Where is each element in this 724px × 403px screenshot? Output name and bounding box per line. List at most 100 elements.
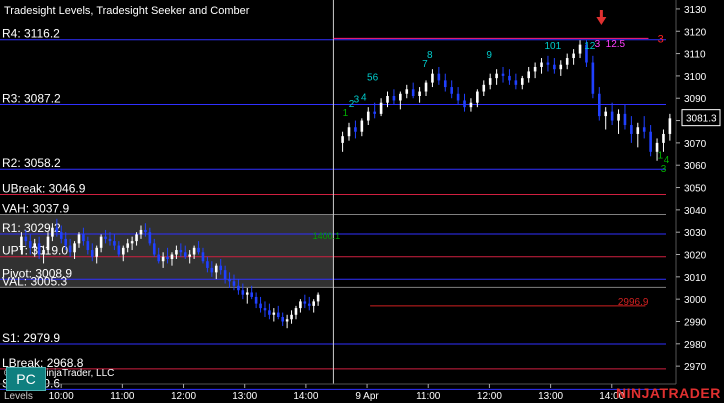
candle-body — [597, 93, 601, 117]
candle-body — [630, 125, 633, 134]
candle-body — [508, 75, 511, 81]
candle-body — [405, 89, 409, 94]
candle-body — [546, 62, 550, 65]
candle-body — [33, 243, 36, 248]
count-label: 101 — [544, 41, 561, 52]
candle-body — [241, 290, 245, 295]
candle-body — [347, 127, 351, 137]
marks-layer: 12 3 45678 9101 12 3 12.51 432996.931400.1 — [313, 10, 670, 308]
candle-body — [245, 292, 249, 295]
price-tick-label: 3010 — [684, 273, 707, 284]
count-label: 3 — [595, 39, 601, 50]
candle-body — [307, 303, 311, 306]
candle-body — [214, 265, 218, 273]
candle-body — [55, 227, 59, 233]
candle-body — [591, 62, 595, 94]
candle-body — [642, 127, 646, 132]
time-tick-label: 9 Apr — [355, 391, 379, 402]
current-price-label: 3081.3 — [686, 114, 717, 125]
candle-body — [437, 73, 441, 81]
level-label: VAH: 3037.9 — [2, 202, 69, 216]
signal-arrow-icon — [596, 10, 607, 25]
brand-logo: NINJATRADER — [616, 385, 721, 401]
panel-label[interactable]: Levels — [4, 391, 33, 402]
candle-body — [469, 102, 473, 108]
candle-body — [386, 96, 389, 103]
price-tick-label: 3100 — [684, 72, 707, 83]
candle-body — [520, 78, 524, 85]
candle-body — [476, 91, 479, 103]
candle-body — [341, 136, 344, 143]
candle-body — [379, 102, 383, 114]
candle-body — [51, 227, 54, 237]
price-tick-label: 3020 — [684, 251, 707, 262]
candle-body — [250, 292, 253, 297]
time-axis[interactable]: 10:00 11:00 12:00 13:00 14:00 9 Apr 11:00 12:00… — [0, 383, 676, 402]
candle-body — [144, 229, 147, 233]
candle-body — [299, 301, 302, 309]
candle-body — [121, 247, 125, 255]
candle-body — [104, 236, 107, 239]
candle-body — [37, 243, 41, 255]
time-tick-label: 11:00 — [110, 391, 135, 402]
candle-body — [604, 111, 608, 117]
pc-button[interactable]: PC — [6, 367, 46, 391]
level-label: S1: 2979.9 — [2, 331, 60, 345]
candle-body — [237, 285, 240, 291]
chart-title: Tradesight Levels, Tradesight Seeker and… — [4, 5, 250, 17]
candle-body — [294, 308, 298, 315]
candle-body — [90, 250, 94, 257]
candle-body — [28, 241, 32, 248]
candle-body — [443, 80, 447, 88]
time-tick-label: 13:00 — [538, 391, 563, 402]
price-tick-label: 2970 — [684, 362, 707, 373]
price-tick-label: 3000 — [684, 295, 707, 306]
candle-body — [617, 113, 620, 121]
candle-body — [559, 64, 563, 70]
time-tick-label: 12:00 — [171, 391, 196, 402]
candle-body — [42, 250, 45, 255]
seeker-label: 2996.9 — [618, 297, 649, 308]
candle-body — [316, 294, 320, 302]
candle-body — [360, 120, 364, 132]
price-tick-label: 3120 — [684, 27, 707, 38]
candle-body — [183, 252, 187, 257]
candle-body — [636, 127, 640, 134]
candle-body — [197, 247, 200, 253]
candle-body — [276, 312, 280, 318]
candle-body — [431, 73, 434, 83]
candle-body — [290, 314, 293, 320]
candle-body — [553, 64, 556, 70]
candle-body — [20, 236, 23, 251]
candle-body — [126, 243, 129, 248]
candle-body — [268, 310, 271, 315]
candle-body — [572, 53, 575, 59]
level-label: R3: 3087.2 — [2, 91, 61, 105]
time-tick-label: 10:00 — [49, 391, 74, 402]
candle-body — [495, 73, 498, 79]
candle-body — [232, 281, 236, 286]
candle-body — [64, 238, 67, 246]
time-tick-label: 14:00 — [293, 391, 318, 402]
candle-body — [117, 245, 121, 255]
candle-body — [540, 62, 543, 67]
price-tick-label: 3040 — [684, 206, 707, 217]
candle-body — [192, 247, 196, 255]
candle-body — [161, 256, 165, 262]
price-axis[interactable]: 3130312031103100309030803070306030503040… — [675, 0, 721, 384]
price-tick-label: 2990 — [684, 317, 707, 328]
candle-body — [610, 111, 614, 121]
candle-body — [533, 66, 537, 72]
candle-body — [263, 308, 267, 311]
candle-body — [82, 234, 85, 242]
candle-body — [259, 303, 262, 309]
candle-body — [373, 111, 376, 114]
time-tick-label: 11:00 — [416, 391, 441, 402]
time-tick-label: 12:00 — [477, 391, 502, 402]
candle-body — [113, 241, 116, 246]
candle-body — [312, 301, 315, 306]
candle-body — [24, 236, 28, 242]
candle-body — [450, 87, 453, 94]
candle-body — [219, 265, 222, 271]
price-chart[interactable]: R4: 3116.2 R3: 3087.2 R2: 3058.2 UBreak: 30… — [0, 0, 724, 403]
